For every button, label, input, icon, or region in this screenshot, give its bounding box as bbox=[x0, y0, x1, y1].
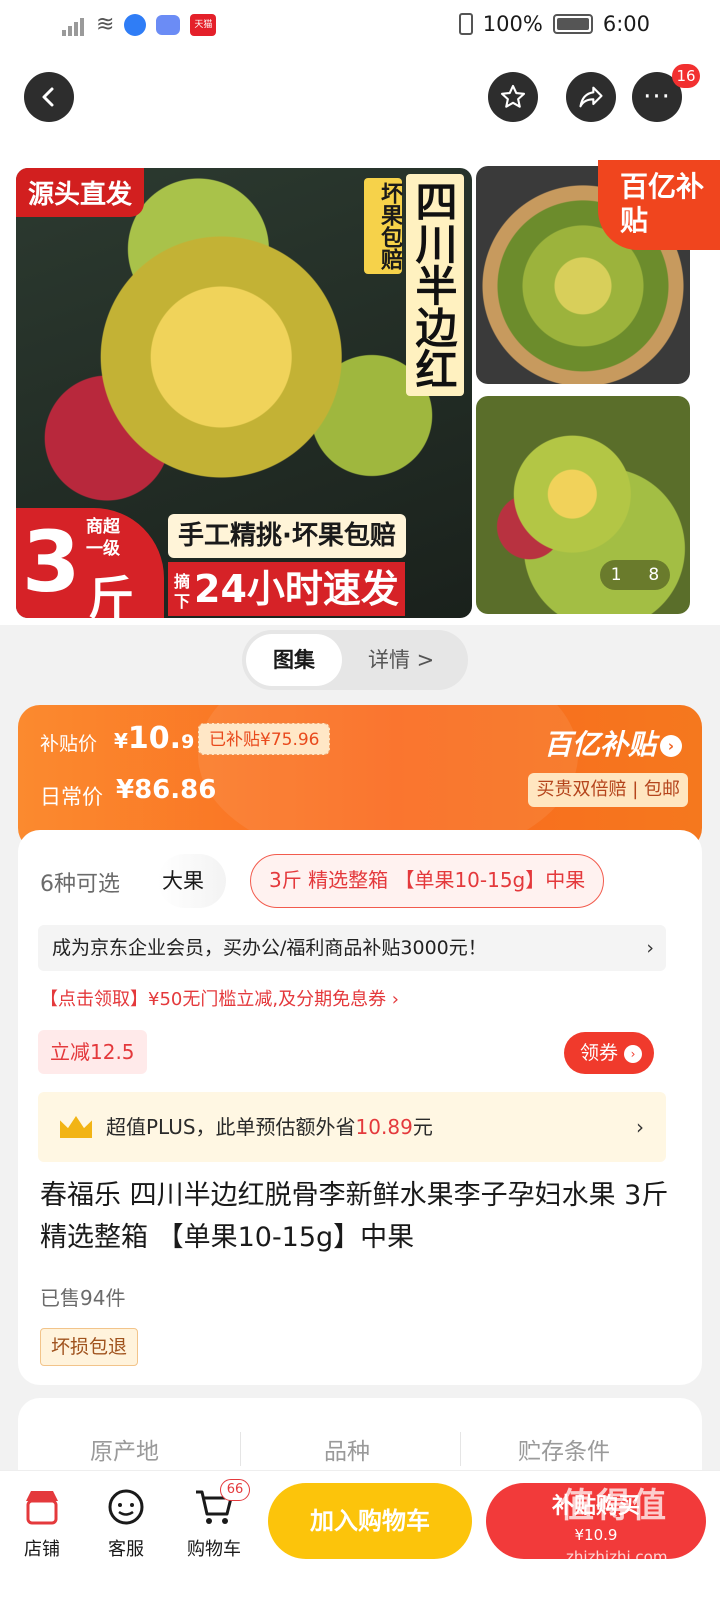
daily-price: ¥86.86 bbox=[116, 775, 217, 805]
plus-text: 超值PLUS，此单预估额外省 bbox=[106, 1115, 356, 1139]
service-label: 客服 bbox=[108, 1539, 144, 1560]
daily-price-label: 日常价 bbox=[40, 785, 103, 809]
damage-refund-tag: 坏损包退 bbox=[40, 1328, 139, 1366]
divider bbox=[460, 1432, 461, 1466]
battery-percent: 100% bbox=[482, 12, 543, 36]
app-notification-icon bbox=[124, 13, 147, 36]
gallery-detail-toggle: 图集 详情 > bbox=[242, 630, 468, 690]
product-detail-card: 6种可选 大果 3斤 精选整箱 【单果10-15g】中果 成为京东企业会员，买办… bbox=[18, 830, 702, 1385]
weight-sub: 商超一级 bbox=[86, 517, 120, 559]
enterprise-member-banner[interactable]: 成为京东企业会员，买办公/福利商品补贴3000元！ › bbox=[38, 925, 666, 971]
spec-option-large[interactable]: 大果 bbox=[158, 854, 226, 908]
top-nav: ··· 16 bbox=[0, 50, 720, 160]
vibrate-icon bbox=[458, 13, 473, 35]
weight-number: 3 bbox=[22, 513, 81, 611]
divider bbox=[240, 1432, 241, 1466]
tab-gallery[interactable]: 图集 bbox=[246, 634, 342, 686]
more-dots-icon: ··· bbox=[643, 82, 671, 112]
cart-button[interactable]: 66 购物车 bbox=[174, 1479, 254, 1561]
image-total: 8 bbox=[648, 565, 660, 585]
subsidy-saved-badge: 已补贴¥75.96 bbox=[198, 723, 331, 755]
tmall-icon: 天猫 bbox=[190, 13, 217, 36]
shop-label: 店铺 bbox=[24, 1539, 60, 1560]
message-badge: 16 bbox=[672, 64, 700, 88]
attr-storage: 贮存条件 bbox=[518, 1439, 610, 1465]
price-assurance[interactable]: 买贵双倍赔 | 包邮 bbox=[528, 773, 688, 807]
price-card: 补贴价 ¥10.9 已补贴¥75.96 日常价 ¥86.86 百亿补贴 › 买贵双… bbox=[18, 705, 702, 850]
coupon-claim-link[interactable]: 【点击领取】¥50无门槛立减,及分期免息券 › bbox=[40, 985, 399, 1011]
clock: 6:00 bbox=[602, 12, 650, 36]
spec-option-selected[interactable]: 3斤 精选整箱 【单果10-15g】中果 bbox=[250, 854, 605, 908]
shop-button[interactable]: 店铺 bbox=[2, 1485, 82, 1561]
currency-symbol: ¥ bbox=[114, 729, 128, 753]
plus-amount: 10.89 bbox=[355, 1115, 413, 1139]
get-coupon-label: 领券 bbox=[580, 1042, 619, 1064]
promo-line-handpicked: 手工精挑·坏果包赔 bbox=[168, 514, 406, 558]
instant-discount-tag: 立减12.5 bbox=[38, 1030, 147, 1074]
promo-shipping-text: 24小时速发 bbox=[194, 567, 399, 611]
chevron-right-icon: › bbox=[636, 1115, 644, 1139]
get-coupon-button[interactable]: 领券 › bbox=[564, 1032, 655, 1074]
chevron-right-icon: › bbox=[660, 735, 682, 757]
product-title: 春福乐 四川半边红脱骨李新鲜水果李子孕妇水果 3斤 精选整箱 【单果10-15g… bbox=[40, 1180, 669, 1253]
chevron-right-icon: › bbox=[624, 1044, 643, 1063]
signal-icon bbox=[62, 14, 86, 36]
image-counter: 1 8 bbox=[600, 560, 670, 590]
plus-savings-banner[interactable]: 超值PLUS，此单预估额外省10.89元 › bbox=[38, 1092, 666, 1162]
image-promo-banner: 3 商超一级 斤 手工精挑·坏果包赔 摘下 24小时速发 bbox=[16, 508, 472, 618]
battery-icon bbox=[552, 14, 593, 34]
spec-count-label[interactable]: 6种可选 bbox=[40, 866, 120, 898]
weight-unit: 斤 bbox=[88, 571, 134, 618]
source-tag: 源头直发 bbox=[16, 168, 145, 217]
chat-smile-icon bbox=[104, 1485, 148, 1529]
back-button[interactable] bbox=[24, 72, 74, 122]
game-controller-icon bbox=[156, 14, 181, 35]
site-watermark-url: zhizhizhi.com bbox=[566, 1548, 668, 1566]
subsidy-price: ¥10.9 bbox=[114, 721, 194, 756]
cart-count-badge: 66 bbox=[220, 1479, 250, 1501]
plus-suffix: 元 bbox=[412, 1115, 433, 1139]
tab-detail[interactable]: 详情 > bbox=[368, 634, 434, 686]
sold-count: 已售94件 bbox=[40, 1286, 126, 1310]
image-index: 1 bbox=[610, 565, 622, 585]
enterprise-member-text: 成为京东企业会员，买办公/福利商品补贴3000元！ bbox=[52, 937, 487, 959]
subsidy-brand-text: 百亿补贴 bbox=[543, 728, 656, 761]
site-watermark: 值得值 bbox=[560, 1486, 668, 1526]
subsidy-price-label: 补贴价 bbox=[40, 733, 98, 755]
subsidy-brand-link[interactable]: 百亿补贴 › bbox=[544, 723, 682, 763]
crown-icon bbox=[60, 1116, 92, 1138]
promo-prefix: 摘下 bbox=[174, 571, 191, 611]
weight-badge: 3 商超一级 斤 bbox=[16, 508, 164, 618]
attr-origin: 原产地 bbox=[90, 1439, 159, 1465]
subsidy-tag: 百亿补贴 bbox=[598, 160, 720, 250]
store-icon bbox=[20, 1485, 64, 1529]
favorite-button[interactable] bbox=[488, 72, 538, 122]
customer-service-button[interactable]: 客服 bbox=[86, 1485, 166, 1561]
chevron-right-icon: › bbox=[646, 937, 654, 959]
price-integer: 10. bbox=[127, 721, 182, 756]
wifi-icon: ≋ bbox=[96, 12, 115, 37]
image-text-variety: 四川半边红 bbox=[406, 174, 464, 396]
image-text-damage-guarantee: 坏果包赔 bbox=[364, 178, 402, 274]
status-bar: ≋ 天猫 100% 6:00 bbox=[0, 0, 720, 50]
price-decimal: 9 bbox=[181, 731, 195, 753]
chevron-left-icon bbox=[42, 87, 54, 107]
attr-variety: 品种 bbox=[324, 1439, 370, 1465]
share-button[interactable] bbox=[566, 72, 616, 122]
main-product-image[interactable]: 源头直发 坏果包赔 四川半边红 3 商超一级 斤 手工精挑·坏果包赔 摘下 24小… bbox=[16, 168, 472, 618]
promo-line-shipping: 摘下 24小时速发 bbox=[168, 562, 405, 616]
share-icon bbox=[579, 86, 603, 108]
add-to-cart-button[interactable]: 加入购物车 bbox=[268, 1483, 472, 1559]
cart-label: 购物车 bbox=[187, 1539, 241, 1560]
star-icon bbox=[500, 84, 526, 108]
